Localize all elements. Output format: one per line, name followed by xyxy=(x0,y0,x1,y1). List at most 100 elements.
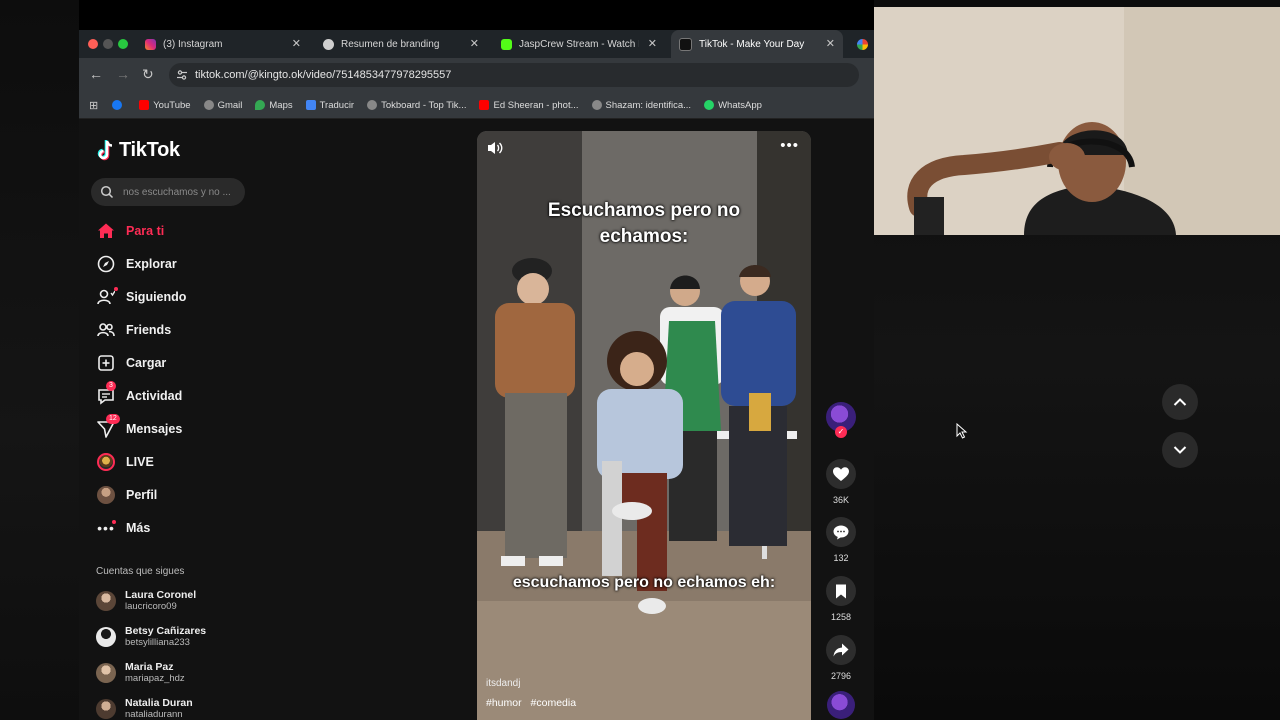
nav-actividad[interactable]: 3 Actividad xyxy=(96,381,276,410)
back-icon[interactable]: ← xyxy=(89,67,103,81)
screen-top-bar xyxy=(79,0,874,30)
account-handle: nataliadurann xyxy=(125,709,183,720)
following-account[interactable]: Natalia Duran nataliadurann xyxy=(96,697,193,720)
minimize-window-button[interactable] xyxy=(103,39,113,49)
nav-label: Actividad xyxy=(126,389,183,403)
activity-badge: 3 xyxy=(106,381,116,391)
reload-icon[interactable]: ↻ xyxy=(142,67,154,81)
nav-cargar[interactable]: Cargar xyxy=(96,349,276,377)
account-name: Maria Paz xyxy=(125,661,174,673)
bookmark-whatsapp[interactable]: WhatsApp xyxy=(704,100,762,111)
tiktok-page: TikTok Para ti Explorar Siguiendo Friend… xyxy=(79,119,874,720)
globe-icon xyxy=(367,100,378,110)
video-player[interactable]: ••• Escuchamos pero no echamos: escucham… xyxy=(477,131,811,720)
nav-label: Friends xyxy=(126,323,172,337)
nav-para-ti[interactable]: Para ti xyxy=(96,217,276,245)
share-icon xyxy=(826,635,856,665)
tab-tiktok[interactable]: TikTok - Make Your Day ✕ xyxy=(671,30,843,58)
more-icon: ••• xyxy=(97,520,116,536)
previous-video-button[interactable] xyxy=(1162,384,1198,420)
account-handle: mariapaz_hdz xyxy=(125,673,185,684)
bookmark-traducir[interactable]: Traducir xyxy=(305,100,354,111)
messages-badge: 12 xyxy=(106,414,120,424)
tab-jaspcrew-stream[interactable]: JaspCrew Stream - Watch Liv ✕ xyxy=(493,30,665,58)
nav-mas[interactable]: ••• Más xyxy=(96,514,276,542)
chevron-down-icon xyxy=(1173,446,1187,454)
close-tab-icon[interactable]: ✕ xyxy=(470,37,479,50)
hashtag-link[interactable]: #humor xyxy=(486,697,522,709)
volume-icon[interactable] xyxy=(486,140,504,161)
video-hashtags: #humor #comedia xyxy=(486,697,582,709)
close-tab-icon[interactable]: ✕ xyxy=(648,37,657,50)
like-count: 36K xyxy=(832,495,849,505)
tab-resumen-branding[interactable]: Resumen de branding ✕ xyxy=(315,30,487,58)
site-settings-icon[interactable] xyxy=(175,68,189,82)
close-window-button[interactable] xyxy=(88,39,98,49)
logo-text: TikTok xyxy=(119,139,180,161)
close-tab-icon[interactable]: ✕ xyxy=(826,37,835,50)
nav-friends[interactable]: Friends xyxy=(96,316,276,344)
bookmark-facebook[interactable] xyxy=(112,100,126,110)
search-box[interactable] xyxy=(91,178,245,206)
comment-count: 132 xyxy=(833,553,849,563)
whatsapp-icon xyxy=(704,100,715,110)
next-video-button[interactable] xyxy=(1162,432,1198,468)
nav-siguiendo[interactable]: Siguiendo xyxy=(96,283,276,311)
tiktok-logo[interactable]: TikTok xyxy=(96,139,180,162)
nav-label: Explorar xyxy=(126,257,177,271)
youtube-icon xyxy=(139,100,150,110)
tab-label: (3) Instagram xyxy=(163,38,223,50)
nav-perfil[interactable]: Perfil xyxy=(96,481,276,509)
browser-toolbar: ← → ↻ tiktok.com/@kingto.ok/video/751485… xyxy=(79,58,874,92)
bookmark-gmail[interactable]: Gmail xyxy=(203,100,242,111)
avatar xyxy=(96,663,116,683)
bookmark-ed-sheeran[interactable]: Ed Sheeran - phot... xyxy=(479,99,579,111)
save-button[interactable]: 1258 xyxy=(824,576,858,622)
kick-icon xyxy=(501,38,512,50)
bookmark-label: Ed Sheeran - phot... xyxy=(493,99,579,111)
following-account[interactable]: Betsy Cañizares betsylilliana233 xyxy=(96,625,206,649)
bookmark-shazam[interactable]: Shazam: identifica... xyxy=(591,100,691,111)
account-handle: laucricoro09 xyxy=(125,601,177,612)
bookmark-youtube[interactable]: YouTube xyxy=(139,100,191,111)
globe-icon xyxy=(203,100,214,110)
live-icon xyxy=(96,452,116,472)
bookmark-maps[interactable]: Maps xyxy=(255,100,293,111)
translate-icon xyxy=(305,100,316,110)
search-icon xyxy=(100,185,114,199)
hashtag-link[interactable]: #comedia xyxy=(531,697,577,709)
nav-label: LIVE xyxy=(126,455,154,469)
close-tab-icon[interactable]: ✕ xyxy=(292,37,301,50)
tiktok-note-icon xyxy=(97,139,113,160)
search-input[interactable] xyxy=(121,185,243,199)
nav-mensajes[interactable]: 12 Mensajes xyxy=(96,414,276,443)
nav-label: Más xyxy=(126,521,151,535)
comment-button[interactable]: 132 xyxy=(824,517,858,563)
tab-instagram[interactable]: (3) Instagram ✕ xyxy=(137,30,309,58)
tab-google[interactable] xyxy=(849,30,874,58)
apps-grid-icon[interactable]: ⊞ xyxy=(89,99,98,112)
video-username[interactable]: itsdandj xyxy=(486,678,520,689)
following-account[interactable]: Laura Coronel laucricoro09 xyxy=(96,589,196,613)
share-button[interactable]: 2796 xyxy=(824,635,858,681)
nav-explorar[interactable]: Explorar xyxy=(96,250,276,278)
nav-label: Perfil xyxy=(126,488,158,502)
bookmark-label: WhatsApp xyxy=(718,99,762,111)
tab-strip: (3) Instagram ✕ Resumen de branding ✕ Ja… xyxy=(79,30,874,58)
bookmark-tokboard[interactable]: Tokboard - Top Tik... xyxy=(367,100,466,111)
notification-dot xyxy=(114,287,118,291)
creator-avatar[interactable]: ✓ xyxy=(824,402,858,438)
maximize-window-button[interactable] xyxy=(118,39,128,49)
nav-live[interactable]: LIVE xyxy=(96,448,276,476)
heart-icon xyxy=(826,459,856,489)
forward-icon[interactable]: → xyxy=(116,67,130,81)
bookmark-label: Tokboard - Top Tik... xyxy=(381,99,467,111)
next-creator-avatar[interactable] xyxy=(824,691,858,719)
url-text: tiktok.com/@kingto.ok/video/751485347797… xyxy=(195,69,452,81)
following-account[interactable]: Maria Paz mariapaz_hdz xyxy=(96,661,185,685)
messages-icon: 12 xyxy=(96,414,120,439)
more-options-icon[interactable]: ••• xyxy=(780,137,799,154)
like-button[interactable]: 36K xyxy=(824,459,858,505)
follow-check-icon[interactable]: ✓ xyxy=(835,426,847,438)
address-bar[interactable]: tiktok.com/@kingto.ok/video/751485347797… xyxy=(169,63,859,87)
